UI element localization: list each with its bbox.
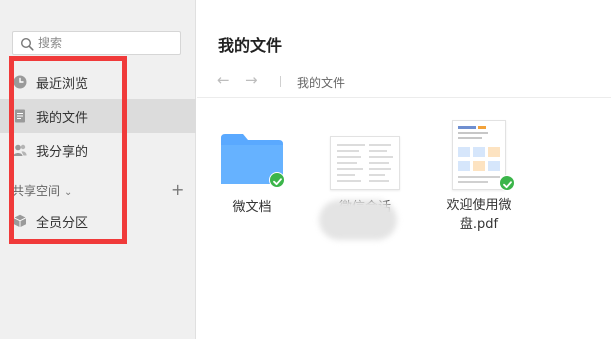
toolbar-divider: [280, 76, 281, 87]
search-input[interactable]: [38, 34, 178, 52]
document-icon: [15, 109, 25, 123]
shared-space-section[interactable]: 共享空间 ⌄: [12, 182, 72, 199]
file-name: 微文档: [232, 200, 272, 215]
file-name: 欢迎使用微盘.pdf: [446, 198, 512, 232]
cube-icon: [13, 214, 27, 228]
app-window: 最近浏览 我的文件 我分享的 共享空间⌄ +: [0, 0, 611, 339]
sidebar: 最近浏览 我的文件 我分享的 共享空间⌄ +: [0, 0, 196, 339]
page-title: 我的文件: [218, 36, 283, 55]
synced-check-icon: [269, 172, 285, 188]
pdf-thumbnail: [452, 120, 515, 191]
file-item-folder[interactable]: 微文档: [202, 118, 302, 217]
chevron-down-icon: ⌄: [64, 187, 73, 198]
sidebar-item-label: 我的文件: [36, 111, 89, 126]
navigation-toolbar: ← → 我的文件: [197, 65, 611, 98]
sidebar-item-label: 最近浏览: [36, 77, 89, 92]
back-arrow-icon[interactable]: ←: [217, 71, 230, 89]
file-item-pdf[interactable]: 欢迎使用微盘.pdf: [429, 118, 529, 234]
document-thumbnail: [330, 136, 400, 190]
users-icon: [13, 144, 27, 156]
sidebar-item-label: 全员分区: [36, 216, 89, 231]
section-label: 共享空间: [12, 184, 61, 198]
search-icon: [20, 37, 34, 51]
sidebar-item-my-files[interactable]: 我的文件: [0, 99, 196, 133]
clock-icon: [13, 75, 27, 89]
add-space-button[interactable]: +: [171, 180, 184, 199]
breadcrumb[interactable]: 我的文件: [297, 74, 345, 91]
sidebar-item-label: 我分享的: [36, 145, 89, 160]
search-box[interactable]: [12, 31, 181, 55]
forward-arrow-icon[interactable]: →: [245, 71, 258, 89]
folder-icon: [221, 134, 285, 190]
main-content: 我的文件 ← → 我的文件 微文档 欢迎使用微盘.pdf: [197, 0, 611, 339]
synced-check-icon: [499, 175, 515, 191]
sidebar-item-all-members[interactable]: 全员分区: [0, 204, 196, 238]
sidebar-item-recent[interactable]: 最近浏览: [0, 65, 196, 99]
privacy-blur-overlay: [319, 200, 397, 240]
sidebar-item-shared[interactable]: 我分享的: [0, 133, 196, 167]
